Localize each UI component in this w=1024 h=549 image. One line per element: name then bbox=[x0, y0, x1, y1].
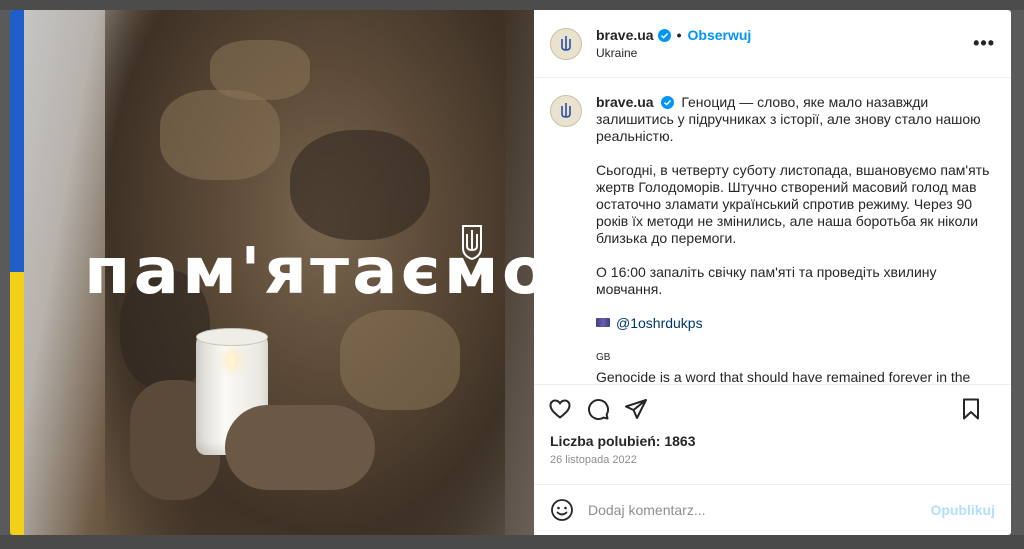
post-image[interactable]: пам'ятаємо bbox=[10, 10, 534, 535]
camo-patch bbox=[340, 310, 460, 410]
action-bar bbox=[534, 385, 1011, 433]
caption-paragraph-3: О 16:00 запаліть свічку пам'яті та прове… bbox=[596, 264, 937, 297]
background-feed-right bbox=[1011, 10, 1024, 535]
comment-input[interactable] bbox=[588, 502, 908, 518]
background-feed-left bbox=[0, 10, 10, 535]
caption-text: brave.ua Геноцид — слово, яке мало назав… bbox=[596, 94, 995, 385]
camo-patch bbox=[160, 90, 280, 180]
avatar[interactable] bbox=[550, 95, 582, 127]
trident-icon bbox=[462, 225, 482, 260]
candle-rim bbox=[196, 328, 268, 346]
background-feed-bottom bbox=[0, 535, 1024, 549]
candle-flame bbox=[228, 353, 236, 367]
emoji-icon[interactable] bbox=[550, 498, 574, 522]
camo-patch bbox=[290, 130, 430, 240]
more-options-button[interactable]: ••• bbox=[973, 34, 995, 52]
language-label: GB bbox=[596, 352, 611, 363]
location-link[interactable]: Ukraine bbox=[596, 46, 751, 60]
caption-paragraph-1: Геноцид — слово, яке мало назавжди залиш… bbox=[596, 94, 981, 144]
background-feed-top bbox=[0, 0, 1024, 10]
post-date[interactable]: 26 listopada 2022 bbox=[534, 449, 1011, 485]
flag-stripe-yellow bbox=[10, 272, 24, 535]
glove-right bbox=[225, 405, 375, 490]
post-comment-button[interactable]: Opublikuj bbox=[930, 502, 995, 518]
trident-icon bbox=[561, 103, 571, 118]
verified-badge-icon bbox=[661, 96, 675, 109]
comment-icon[interactable] bbox=[586, 397, 610, 421]
mention-link[interactable]: @1oshrdukps bbox=[616, 315, 703, 331]
verified-badge-icon bbox=[657, 28, 671, 42]
flag-stripe-blue bbox=[10, 10, 24, 272]
post-side-panel: brave.ua • Obserwuj Ukraine ••• brave.ua… bbox=[534, 10, 1011, 535]
post-header: brave.ua • Obserwuj Ukraine ••• bbox=[534, 10, 1011, 78]
trident-icon bbox=[561, 35, 571, 51]
caption-paragraph-2: Сьогодні, в четверту суботу листопада, в… bbox=[596, 162, 990, 246]
flag-emoji-icon bbox=[596, 318, 610, 327]
likes-count[interactable]: Liczba polubień: 1863 bbox=[534, 433, 1011, 449]
caption-paragraph-4: Genocide is a word that should have rema… bbox=[596, 369, 971, 385]
comment-bar: Opublikuj bbox=[534, 485, 1011, 535]
camo-patch bbox=[210, 40, 310, 100]
username[interactable]: brave.ua bbox=[596, 27, 654, 43]
share-icon[interactable] bbox=[624, 397, 648, 421]
avatar[interactable] bbox=[550, 27, 582, 60]
follow-button[interactable]: Obserwuj bbox=[688, 27, 752, 43]
separator-dot: • bbox=[676, 27, 682, 43]
caption-scroll-area[interactable]: brave.ua Геноцид — слово, яке мало назав… bbox=[534, 78, 1011, 385]
heart-icon[interactable] bbox=[548, 397, 572, 421]
post-modal: пам'ятаємо brave.ua • Obserwuj Ukraine •… bbox=[10, 10, 1011, 535]
caption-username[interactable]: brave.ua bbox=[596, 94, 654, 110]
bookmark-icon[interactable] bbox=[959, 397, 983, 421]
